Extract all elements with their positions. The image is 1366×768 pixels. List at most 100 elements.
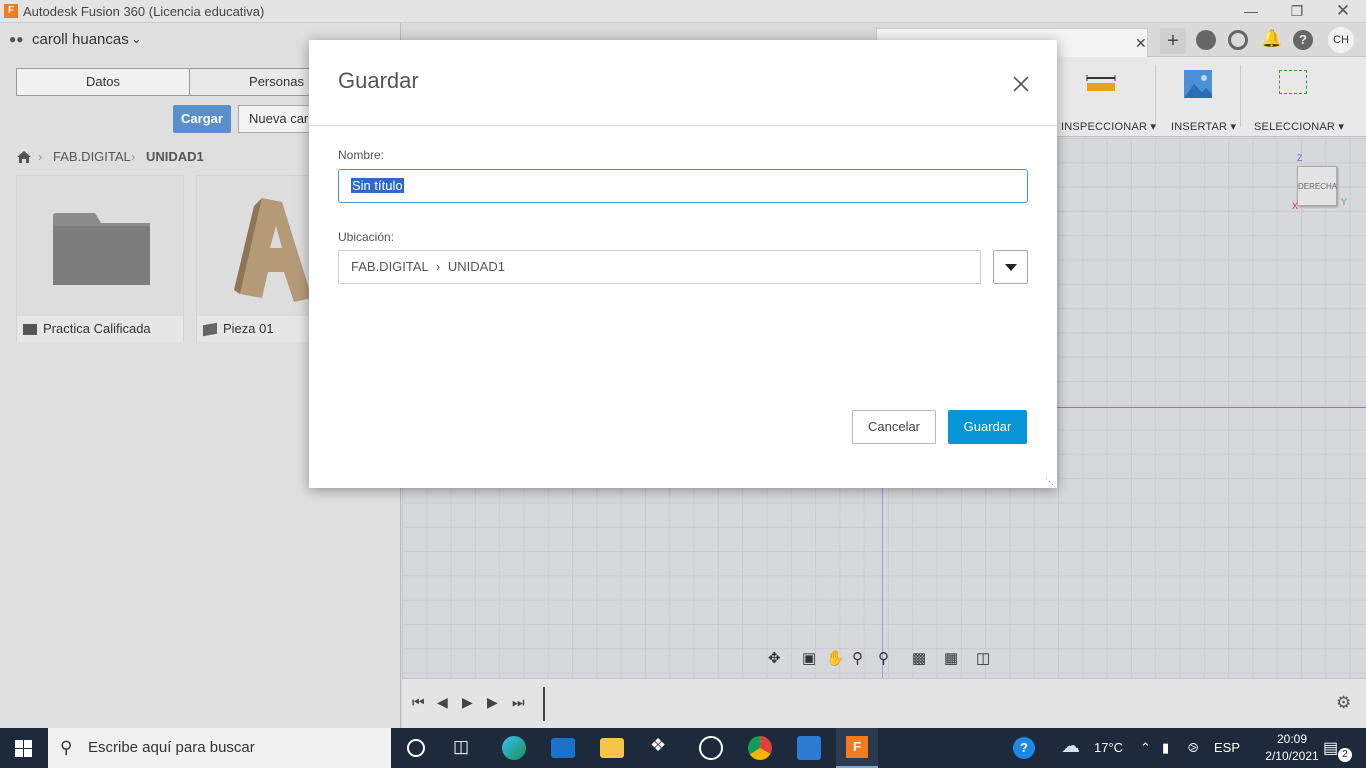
extensions-icon[interactable] — [1196, 30, 1216, 50]
dialog-title: Guardar — [338, 68, 419, 93]
new-folder-button[interactable]: Nueva carp — [238, 105, 318, 133]
help-icon[interactable]: ? — [1293, 30, 1313, 50]
clock[interactable]: 20:09 2/10/2021 — [1262, 731, 1322, 765]
gear-icon[interactable]: ⚙ — [1336, 693, 1351, 713]
notification-count-badge: 2 — [1338, 748, 1352, 762]
action-center-icon[interactable]: ▤ — [1323, 738, 1338, 758]
folder-small-icon — [23, 324, 37, 335]
windows-start-icon[interactable] — [15, 740, 32, 757]
display-settings-icon[interactable]: ▩ — [912, 649, 926, 667]
x-axis-label: X — [1292, 201, 1299, 211]
time: 20:09 — [1276, 732, 1308, 746]
insert-image-icon[interactable] — [1184, 70, 1212, 98]
close-window-button[interactable]: ✕ — [1320, 0, 1366, 23]
fusion-logo-icon: F — [4, 4, 18, 18]
next-step-icon[interactable]: ▶ — [487, 694, 498, 711]
design-card[interactable]: Pieza 01 — [196, 175, 316, 342]
location-segment: UNIDAD1 — [447, 259, 505, 274]
play-icon[interactable]: ▶ — [462, 694, 473, 711]
job-status-icon[interactable] — [1228, 30, 1248, 50]
design-thumbnail — [197, 176, 315, 316]
pan-icon[interactable]: ✋ — [826, 649, 845, 667]
fit-icon[interactable]: ⚲ — [878, 649, 889, 667]
chevron-right-icon: › — [131, 149, 136, 164]
cortana-icon[interactable] — [407, 739, 425, 757]
look-at-icon[interactable]: ▣ — [802, 649, 816, 667]
restore-button[interactable]: ❐ — [1274, 0, 1320, 23]
people-icon: ●● — [9, 32, 24, 46]
help-tray-icon[interactable]: ? — [1013, 737, 1035, 759]
breadcrumb-current: UNIDAD1 — [146, 149, 204, 164]
task-view-icon[interactable]: ◫ — [453, 737, 469, 757]
z-axis-label: Z — [1297, 153, 1303, 163]
title-bar: F Autodesk Fusion 360 (Licencia educativ… — [0, 0, 1366, 23]
tab-datos[interactable]: Datos — [16, 68, 190, 96]
navigation-bar: ✥ ▣ ✋ ⚲ ⚲ ▩ ▦ ◫ — [762, 649, 1002, 675]
name-label: Nombre: — [338, 148, 385, 162]
name-value: Sin título — [351, 178, 404, 193]
save-dialog: Guardar Nombre: Sin título Ubicación: FA… — [309, 40, 1057, 488]
save-button[interactable]: Guardar — [948, 410, 1027, 444]
chevron-up-icon[interactable]: ⌃ — [1140, 728, 1151, 768]
autodesk-app-icon[interactable] — [699, 736, 723, 760]
inspect-menu[interactable]: INSPECCIONAR ▾ — [1061, 120, 1156, 133]
grid-settings-icon[interactable]: ▦ — [944, 649, 958, 667]
date: 2/10/2021 — [1265, 749, 1319, 763]
weather-cloud-icon[interactable]: ☁ — [1061, 735, 1080, 758]
previous-step-icon[interactable]: ◀ — [437, 694, 448, 711]
upload-button[interactable]: Cargar — [173, 105, 231, 133]
notifications-icon[interactable]: 🔔 — [1261, 29, 1282, 49]
timeline: ⏮ ◀ ▶ ▶ ⏭ ⚙ — [402, 678, 1366, 728]
close-tab-icon[interactable]: ✕ — [1135, 35, 1147, 52]
select-menu[interactable]: SELECCIONAR ▾ — [1254, 120, 1344, 133]
breadcrumb-item[interactable]: FAB.DIGITAL — [53, 149, 131, 164]
location-field[interactable]: FAB.DIGITAL › UNIDAD1 — [338, 250, 981, 284]
photos-icon[interactable] — [797, 736, 821, 760]
chrome-icon[interactable] — [748, 736, 772, 760]
new-tab-button[interactable]: + — [1160, 28, 1186, 54]
name-input[interactable]: Sin título — [338, 169, 1028, 203]
first-step-icon[interactable]: ⏮ — [412, 694, 425, 711]
insert-menu[interactable]: INSERTAR ▾ — [1171, 120, 1236, 133]
last-step-icon[interactable]: ⏭ — [512, 694, 525, 711]
select-label: SELECCIONAR — [1254, 121, 1336, 133]
folder-name: Practica Calificada — [17, 316, 183, 342]
close-icon[interactable] — [1009, 72, 1033, 96]
inspect-label: INSPECCIONAR — [1061, 121, 1148, 133]
language-indicator[interactable]: ESP — [1214, 728, 1240, 768]
battery-icon[interactable]: ▮ — [1162, 728, 1169, 768]
search-icon: ⚲ — [60, 738, 73, 757]
taskbar-search[interactable]: ⚲ Escribe aquí para buscar — [48, 728, 391, 768]
cancel-button[interactable]: Cancelar — [852, 410, 936, 444]
measure-icon[interactable] — [1086, 75, 1116, 99]
select-window-icon[interactable] — [1279, 70, 1307, 94]
orbit-icon[interactable]: ✥ — [768, 649, 781, 667]
taskbar: ⚲ Escribe aquí para buscar ◫ ❖ F ? ☁ 17°… — [0, 728, 1366, 768]
location-label: Ubicación: — [338, 230, 395, 244]
minimize-button[interactable]: — — [1228, 0, 1274, 23]
temperature[interactable]: 17°C — [1094, 728, 1123, 768]
folder-card[interactable]: Practica Calificada — [16, 175, 184, 342]
caret-down-icon — [1005, 264, 1017, 271]
mail-icon[interactable] — [551, 738, 575, 758]
viewports-icon[interactable]: ◫ — [976, 649, 990, 667]
wifi-icon[interactable]: ⧁ — [1188, 728, 1198, 768]
taskbar-fusion-active[interactable]: F — [836, 728, 878, 768]
user-avatar[interactable]: CH — [1328, 27, 1354, 53]
location-dropdown-button[interactable] — [993, 250, 1028, 284]
window-title: Autodesk Fusion 360 (Licencia educativa) — [23, 4, 265, 19]
timeline-marker[interactable] — [543, 687, 545, 721]
dropbox-icon[interactable]: ❖ — [650, 735, 666, 756]
y-axis-label: Y — [1341, 197, 1348, 207]
zoom-icon[interactable]: ⚲ — [852, 649, 863, 667]
resize-grip-icon[interactable]: ⋱ — [1045, 476, 1054, 487]
fusion-app-icon: F — [846, 736, 868, 758]
file-explorer-icon[interactable] — [600, 738, 624, 758]
letter-a-model-icon — [234, 198, 312, 302]
edge-icon[interactable] — [502, 736, 526, 760]
home-icon[interactable] — [16, 150, 32, 164]
view-cube[interactable]: DERECHA — [1297, 166, 1337, 206]
dialog-divider — [309, 125, 1057, 126]
chevron-right-icon: › — [38, 149, 43, 164]
user-name: caroll huancas — [32, 31, 129, 48]
